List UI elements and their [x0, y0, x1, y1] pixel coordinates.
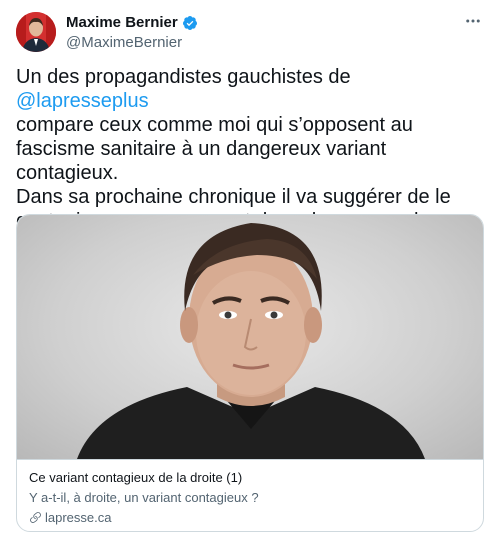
card-image[interactable]	[17, 215, 483, 459]
author-handle[interactable]: @MaximeBernier	[66, 34, 182, 51]
link-icon	[30, 512, 41, 523]
more-dots-icon[interactable]	[462, 10, 484, 32]
author-name-row[interactable]: Maxime Bernier	[66, 14, 198, 31]
link-card[interactable]: Ce variant contagieux de la droite (1) Y…	[16, 214, 484, 532]
card-description: Y a-t-il, à droite, un variant contagieu…	[29, 490, 259, 505]
verified-badge-icon	[182, 15, 198, 31]
card-domain-text: lapresse.ca	[45, 510, 112, 525]
card-domain: lapresse.ca	[29, 509, 473, 526]
card-body[interactable]: Ce variant contagieux de la droite (1) Y…	[17, 459, 483, 531]
avatar[interactable]	[16, 12, 56, 52]
mention-link[interactable]: @lapresseplus	[16, 90, 149, 112]
card-title[interactable]: Ce variant contagieux de la droite (1)	[29, 469, 473, 486]
tweet-text-start: Un des propagandistes gauchistes de	[16, 66, 351, 88]
author-name[interactable]: Maxime Bernier	[66, 14, 178, 31]
tweet: Maxime Bernier @MaximeBernier Un des pro…	[0, 0, 500, 543]
